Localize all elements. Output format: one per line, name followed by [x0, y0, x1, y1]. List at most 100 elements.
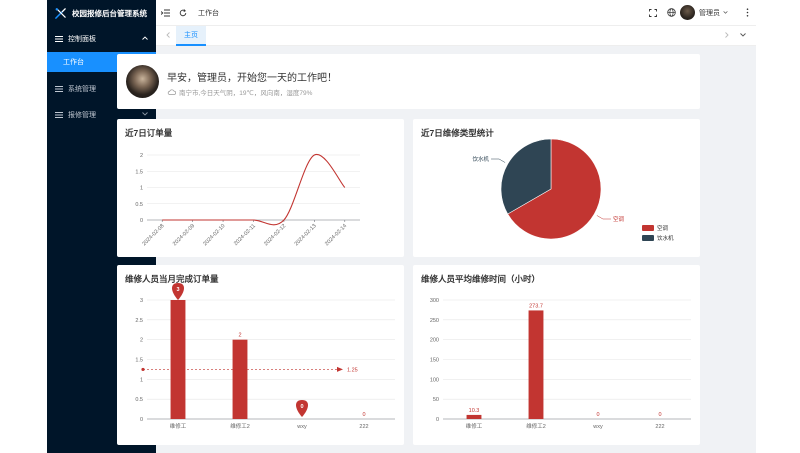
tools-logo-icon: [55, 7, 66, 19]
pie-label-line: [491, 158, 506, 163]
bar-value-label: 0: [658, 412, 661, 418]
menu-group-label: 系统管理: [68, 86, 96, 93]
bar-value-label: 0: [596, 412, 599, 418]
refresh-icon[interactable]: [174, 0, 192, 26]
list-icon: [55, 85, 63, 93]
x-tick-label: 222: [359, 424, 368, 430]
y-tick-label: 150: [430, 358, 439, 364]
legend-label: 饮水机: [657, 234, 674, 242]
avg-repair-time-chart-card: 维修人员平均维修时间（小时） 0 50 100 150 200 250 300 维修工 10.3…: [413, 265, 700, 445]
repair-type-chart-card: 近7日维修类型统计 空调 饮水机 空调 饮水机: [413, 119, 700, 257]
x-tick-label: 维修工: [170, 422, 187, 430]
y-tick-label: 1.5: [135, 169, 143, 175]
y-tick-label: 0.5: [135, 397, 143, 403]
chevron-down-icon: [142, 112, 148, 118]
menu-group-label: 控制面板: [68, 36, 96, 43]
list-icon: [55, 35, 63, 43]
tab-home[interactable]: 主页: [176, 25, 206, 46]
y-tick-label: 0: [140, 218, 143, 224]
chevron-down-icon[interactable]: [736, 32, 750, 39]
brand-title: 校园报修后台管理系统: [72, 8, 147, 18]
y-tick-label: 200: [430, 338, 439, 344]
x-tick-label: 2024-02-13: [294, 223, 318, 247]
x-tick-label: wxy: [592, 424, 603, 430]
menu-group-dashboard[interactable]: 控制面板: [47, 26, 156, 52]
average-line-arrow: [337, 366, 343, 372]
weather-info: 南宁市,今日天气阴，19℃，风向南，湿度79%: [167, 87, 312, 97]
pie-label: 空调: [613, 215, 625, 223]
legend-swatch: [642, 225, 654, 231]
x-tick-label: 2024-02-08: [141, 223, 165, 247]
y-tick-label: 1: [140, 377, 143, 383]
series-line: [162, 154, 346, 226]
legend-label: 空调: [657, 224, 669, 232]
y-tick-label: 50: [433, 397, 439, 403]
pie-label: 饮水机: [473, 155, 490, 163]
weather-text: 南宁市,今日天气阴，19℃，风向南，湿度79%: [179, 90, 313, 97]
chevron-right-icon[interactable]: [720, 31, 734, 40]
x-tick-label: 维修工2: [526, 422, 546, 430]
bar-value-label: 273.7: [529, 303, 543, 309]
cloud-icon: [167, 89, 176, 95]
completed-orders-chart-card: 维修人员当月完成订单量 0 0.5 1 1.5 2 2.5 3 维修工 维修工2 2 wxy 222 0…: [117, 265, 404, 445]
x-tick-label: 2024-02-12: [263, 223, 287, 247]
x-tick-label: 维修工2: [230, 422, 250, 430]
sidebar-item-label: 工作台: [63, 59, 84, 66]
y-tick-label: 300: [430, 298, 439, 304]
pie-label-line: [596, 215, 611, 220]
y-tick-label: 1: [140, 186, 143, 192]
menu-group-label: 报修管理: [68, 112, 96, 119]
legend-swatch: [642, 235, 654, 241]
pie-chart: 空调饮水机空调饮水机: [473, 138, 674, 242]
app-shell: 校园报修后台管理系统 控制面板 工作台 系统管理 报修管理 工作台 管理员 主页…: [47, 0, 756, 453]
x-tick-label: 2024-02-14: [324, 223, 348, 247]
y-tick-label: 2: [140, 338, 143, 344]
more-icon[interactable]: [738, 0, 756, 26]
bar: [170, 300, 186, 419]
line-chart: 0 0.5 1 1.5 2 2024-02-08 2024-02-09 2024-02-10 2…: [135, 153, 360, 247]
bar-chart: 0 50 100 150 200 250 300 维修工 10.3 维修工2 273.7 wxy 0 22…: [430, 298, 691, 430]
fullscreen-icon[interactable]: [644, 0, 662, 26]
bar: [232, 339, 248, 419]
user-menu[interactable]: 管理员: [680, 5, 728, 20]
breadcrumb: 工作台: [198, 9, 219, 17]
tab-bar: 主页: [156, 25, 756, 46]
y-tick-label: 3: [140, 298, 143, 304]
y-tick-label: 0.5: [135, 202, 143, 208]
y-tick-label: 2: [140, 153, 143, 159]
y-tick-label: 0: [140, 417, 143, 423]
y-tick-label: 1.5: [135, 358, 143, 364]
y-tick-label: 100: [430, 377, 439, 383]
bar: [528, 310, 544, 419]
bar-chart: 0 0.5 1 1.5 2 2.5 3 维修工 维修工2 2 wxy 222 0 3 0 1.25: [135, 283, 395, 430]
chevron-left-icon[interactable]: [161, 31, 175, 40]
username: 管理员: [699, 9, 720, 17]
bar-value-label: 10.3: [469, 408, 480, 414]
chevron-down-icon: [723, 9, 728, 16]
orders-chart-card: 近7日订单量 0 0.5 1 1.5 2 2024-02-08 2024-02-09 2024…: [117, 119, 404, 257]
avatar: [680, 5, 695, 20]
bar-value-label: 2: [238, 333, 241, 339]
greeting-text: 早安，管理员，开始您一天的工作吧！: [167, 73, 337, 84]
menu-fold-icon[interactable]: [156, 0, 174, 26]
top-header: 工作台 管理员: [156, 0, 756, 26]
x-tick-label: wxy: [296, 424, 307, 430]
user-photo: [126, 65, 159, 98]
average-line-label: 1.25: [347, 367, 358, 373]
min-marker-pin-label: 0: [300, 404, 303, 410]
x-tick-label: 222: [655, 424, 664, 430]
welcome-card: 早安，管理员，开始您一天的工作吧！ 南宁市,今日天气阴，19℃，风向南，湿度79…: [117, 54, 700, 109]
globe-icon[interactable]: [662, 0, 680, 26]
brand[interactable]: 校园报修后台管理系统: [47, 0, 156, 26]
y-tick-label: 250: [430, 318, 439, 324]
bar-value-label: 0: [362, 412, 365, 418]
max-marker-pin-label: 3: [176, 287, 179, 293]
x-tick-label: 2024-02-09: [172, 223, 196, 247]
y-tick-label: 2.5: [135, 318, 143, 324]
tab-label: 主页: [184, 31, 198, 39]
bar: [466, 414, 482, 419]
x-tick-label: 维修工: [466, 422, 483, 430]
chevron-up-icon: [142, 36, 148, 42]
x-tick-label: 2024-02-10: [202, 223, 226, 247]
x-tick-label: 2024-02-11: [233, 223, 257, 247]
